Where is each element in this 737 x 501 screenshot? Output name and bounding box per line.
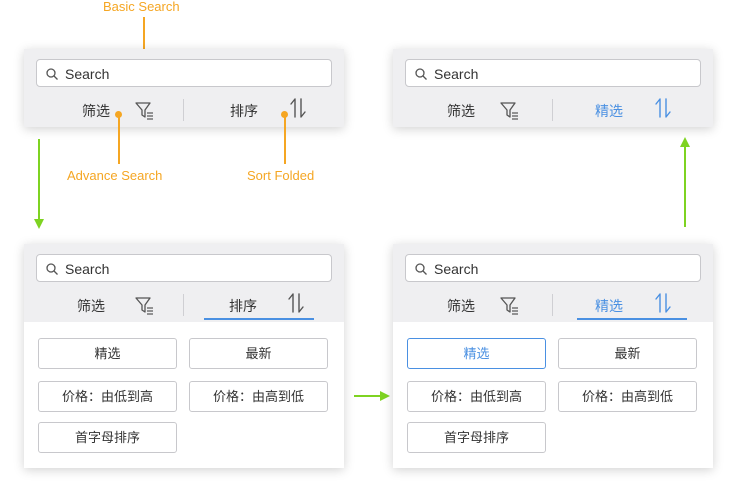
tab-filter[interactable]: 筛选 — [447, 296, 475, 316]
search-panel-sort-expanded: Search 筛选 排序 精选 最新 价格：由低到高 价格：由高到低 首字母排序 — [24, 244, 344, 468]
sort-arrows-icon[interactable] — [289, 97, 307, 119]
annotation-sort-folded: Sort Folded — [247, 168, 315, 183]
sort-option-price-high-low[interactable]: 价格：由高到低 — [189, 381, 328, 412]
sort-arrows-icon[interactable] — [287, 292, 305, 314]
tab-divider — [183, 294, 184, 316]
tab-filter[interactable]: 筛选 — [447, 101, 475, 121]
search-icon — [46, 68, 58, 80]
tab-sort-selected[interactable]: 精选 — [595, 296, 623, 316]
annotation-line-sort-folded — [284, 116, 286, 164]
flow-arrow-down — [34, 139, 44, 229]
tab-divider — [552, 99, 553, 121]
search-input[interactable]: Search — [405, 254, 701, 282]
sort-option-selected[interactable]: 精选 — [38, 338, 177, 369]
search-placeholder: Search — [65, 261, 110, 277]
search-placeholder: Search — [434, 261, 479, 277]
filter-icon[interactable] — [500, 296, 520, 316]
annotation-advance-search: Advance Search — [67, 168, 163, 183]
sort-option-price-high-low[interactable]: 价格：由高到低 — [558, 381, 697, 412]
sort-option-price-low-high[interactable]: 价格：由低到高 — [407, 381, 546, 412]
search-panel-default: Search 筛选 排序 — [24, 49, 344, 127]
search-placeholder: Search — [434, 66, 479, 82]
filter-sort-row: 筛选 精选 — [393, 93, 713, 127]
tab-divider — [183, 99, 184, 121]
tab-divider — [552, 294, 553, 316]
annotation-basic-search: Basic Search — [103, 0, 180, 14]
search-bar-area: Search 筛选 排序 — [24, 244, 344, 322]
flow-arrow-right — [354, 391, 390, 401]
filter-icon[interactable] — [135, 101, 155, 121]
search-input[interactable]: Search — [36, 254, 332, 282]
tab-sort[interactable]: 排序 — [230, 101, 258, 121]
tab-filter[interactable]: 筛选 — [77, 296, 105, 316]
search-panel-option-selected: Search 筛选 精选 精选 最新 价格：由低到高 价格：由高到低 首字母排序 — [393, 244, 713, 468]
sort-option-selected-active[interactable]: 精选 — [407, 338, 546, 369]
search-input[interactable]: Search — [36, 59, 332, 87]
search-icon — [415, 68, 427, 80]
sort-option-alpha[interactable]: 首字母排序 — [38, 422, 177, 453]
sort-arrows-icon[interactable] — [654, 97, 672, 119]
search-bar-area: Search 筛选 排序 — [24, 49, 344, 127]
sort-option-newest[interactable]: 最新 — [558, 338, 697, 369]
sort-arrows-icon[interactable] — [654, 292, 672, 314]
tab-sort-selected[interactable]: 精选 — [595, 101, 623, 121]
sort-option-newest[interactable]: 最新 — [189, 338, 328, 369]
search-bar-area: Search 筛选 精选 — [393, 49, 713, 127]
sort-option-price-low-high[interactable]: 价格：由低到高 — [38, 381, 177, 412]
filter-icon[interactable] — [135, 296, 155, 316]
search-placeholder: Search — [65, 66, 110, 82]
filter-sort-row: 筛选 排序 — [24, 288, 344, 322]
tab-filter[interactable]: 筛选 — [82, 101, 110, 121]
search-input[interactable]: Search — [405, 59, 701, 87]
filter-sort-row: 筛选 精选 — [393, 288, 713, 322]
filter-icon[interactable] — [500, 101, 520, 121]
active-tab-underline — [204, 318, 314, 320]
tab-sort[interactable]: 排序 — [229, 296, 257, 316]
annotation-line-advance-search — [118, 116, 120, 164]
filter-sort-row: 筛选 排序 — [24, 93, 344, 127]
search-icon — [415, 263, 427, 275]
flow-arrow-up — [680, 137, 690, 227]
search-bar-area: Search 筛选 精选 — [393, 244, 713, 322]
active-tab-underline — [577, 318, 687, 320]
search-panel-selected: Search 筛选 精选 — [393, 49, 713, 127]
search-icon — [46, 263, 58, 275]
sort-option-alpha[interactable]: 首字母排序 — [407, 422, 546, 453]
